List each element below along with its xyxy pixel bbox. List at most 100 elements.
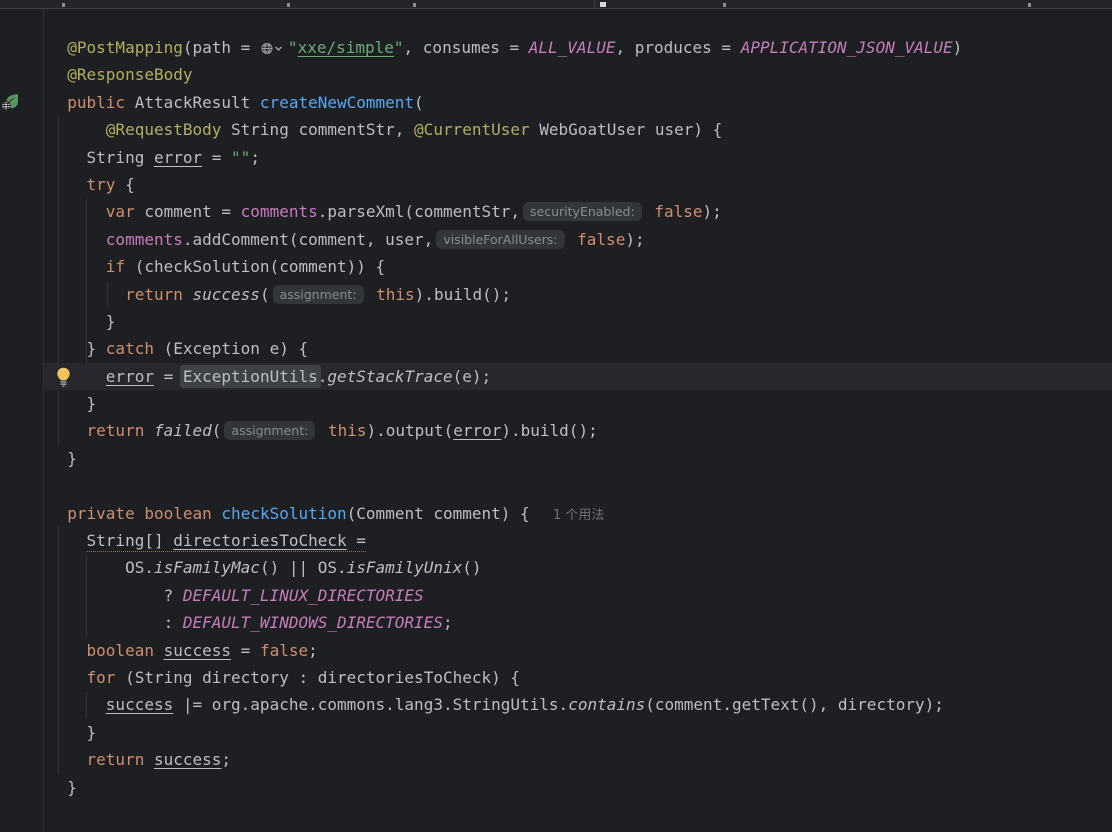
code-token: @CurrentUser [414,120,530,139]
topbar-glyph-fragment [1028,3,1031,7]
code-line[interactable]: return failed(assignment: this).output(e… [0,417,1112,444]
code-token: this [328,421,367,440]
code-token: boolean [144,504,211,523]
code-token: ( [212,421,222,440]
top-bar [0,0,1112,9]
code-line[interactable]: for (String directory : directoriesToChe… [0,664,1112,691]
code-line[interactable]: @RequestBody String commentStr, @Current… [0,116,1112,143]
code-token: , produces = [615,38,740,57]
code-token: ).output( [367,421,454,440]
topbar-glyph-fragment [600,2,606,7]
code-line-current[interactable]: error = ExceptionUtils.getStackTrace(e); [0,363,1112,390]
code-line[interactable]: comments.addComment(comment, user,visibl… [0,226,1112,253]
code-line[interactable]: } [0,774,1112,801]
code-line[interactable]: ? DEFAULT_LINUX_DIRECTORIES [0,582,1112,609]
code-token: DEFAULT_LINUX_DIRECTORIES [183,586,424,605]
code-token: return [87,750,145,769]
code-token [367,285,377,304]
request-mapping-gutter-icon[interactable] [1,92,20,115]
code-line[interactable]: return success; [0,746,1112,773]
code-line[interactable]: private boolean checkSolution(Comment co… [0,500,1112,527]
code-token: @PostMapping [67,38,183,57]
code-line[interactable]: return success(assignment: this).build()… [0,281,1112,308]
parameter-hint[interactable]: assignment: [224,421,315,440]
parameter-hint[interactable]: visibleForAllUsers: [436,230,564,249]
code-line[interactable]: } catch (Exception e) { [0,335,1112,362]
code-token: var [106,202,135,221]
code-token: |= org.apache.commons.lang3.StringUtils. [173,695,568,714]
code-line[interactable]: } [0,445,1112,472]
code-token: .parseXml(commentStr, [318,202,520,221]
code-token: @RequestBody [106,120,222,139]
code-token: this [376,285,415,304]
code-line[interactable]: @PostMapping(path = "xxe/simple", consum… [0,34,1112,61]
code-line[interactable]: String error = ""; [0,144,1112,171]
code-token: false [654,202,702,221]
code-token: = [202,148,231,167]
intention-bulb-icon[interactable] [56,366,71,392]
code-token: "" [231,148,250,167]
code-token: return [125,285,183,304]
code-token: comments [106,230,183,249]
code-token: (e); [453,367,492,386]
code-token: String [48,148,154,167]
globe-inlay-icon[interactable] [261,35,286,62]
code-token: String[] directoriesToCheck = [87,531,366,552]
code-line[interactable] [0,472,1112,499]
code-token: if [106,257,125,276]
code-token: ) [953,38,963,57]
topbar-glyph-fragment [287,3,290,7]
url-path-link[interactable]: xxe/simple [298,38,394,57]
code-line[interactable]: } [0,719,1112,746]
code-token: (path = [183,38,260,57]
code-token [48,421,87,440]
code-line[interactable]: var comment = comments.parseXml(commentS… [0,198,1112,225]
code-token [183,285,193,304]
code-line[interactable]: String[] directoriesToCheck = [0,527,1112,554]
code-line[interactable]: : DEFAULT_WINDOWS_DIRECTORIES; [0,609,1112,636]
code-token [48,175,87,194]
code-token: (comment.getText(), directory); [645,695,944,714]
code-area: @PostMapping(path = "xxe/simple", consum… [0,34,1112,801]
code-token: isFamilyUnix [347,558,463,577]
code-line[interactable]: if (checkSolution(comment)) { [0,253,1112,280]
code-token: { [115,175,134,194]
code-token: comment = [135,202,241,221]
code-token: OS. [48,558,154,577]
code-line[interactable]: OS.isFamilyMac() || OS.isFamilyUnix() [0,554,1112,581]
code-token [48,202,106,221]
code-line[interactable]: success |= org.apache.commons.lang3.Stri… [0,691,1112,718]
parameter-hint[interactable]: assignment: [273,285,364,304]
code-line[interactable]: boolean success = false; [0,637,1112,664]
code-token: success [164,641,231,660]
code-token: DEFAULT_WINDOWS_DIRECTORIES [183,613,443,632]
code-token: String commentStr, [221,120,414,139]
code-token: () [462,558,481,577]
code-token [48,38,67,57]
code-token: } [48,449,77,468]
code-token: checkSolution [221,504,346,523]
code-token: directoriesToCheck [173,531,346,550]
code-line[interactable]: try { [0,171,1112,198]
code-token [48,65,67,84]
code-line[interactable]: public AttackResult createNewComment( [0,89,1112,116]
code-line[interactable]: } [0,308,1112,335]
code-token [48,531,87,550]
code-token [48,230,106,249]
code-token: APPLICATION_JSON_VALUE [741,38,953,57]
code-line[interactable]: } [0,390,1112,417]
code-token: try [87,175,116,194]
code-token: (String directory : directoriesToCheck) … [115,668,520,687]
code-token: getStackTrace [327,367,452,386]
parameter-hint[interactable]: securityEnabled: [523,202,642,221]
code-token: ; [250,148,260,167]
code-line[interactable]: @ResponseBody [0,61,1112,88]
code-token: ? [48,586,183,605]
code-token: = [154,367,183,386]
code-token: ; [308,641,318,660]
code-token: WebGoatUser user) { [530,120,723,139]
code-token [144,750,154,769]
code-token: failed [154,421,212,440]
code-token: ALL_VALUE [529,38,616,57]
code-token: private [67,504,134,523]
